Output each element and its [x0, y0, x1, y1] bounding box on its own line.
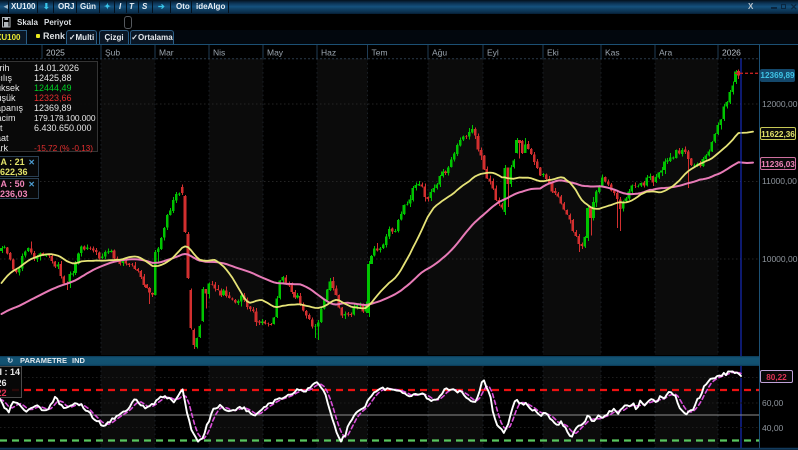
svg-text:Ağu: Ağu — [432, 48, 447, 58]
svg-text:Eyl: Eyl — [487, 48, 499, 58]
svg-text:May: May — [267, 48, 284, 58]
svg-text:Tem: Tem — [372, 48, 388, 58]
svg-text:Şub: Şub — [105, 48, 120, 58]
svg-text:Nis: Nis — [213, 48, 225, 58]
svg-text:Kas: Kas — [605, 48, 620, 58]
svg-text:Mar: Mar — [159, 48, 174, 58]
svg-text:2025: 2025 — [46, 48, 65, 58]
svg-text:2026: 2026 — [722, 48, 741, 58]
svg-text:Ara: Ara — [659, 48, 673, 58]
svg-text:Haz: Haz — [321, 48, 336, 58]
svg-text:Eki: Eki — [547, 48, 559, 58]
